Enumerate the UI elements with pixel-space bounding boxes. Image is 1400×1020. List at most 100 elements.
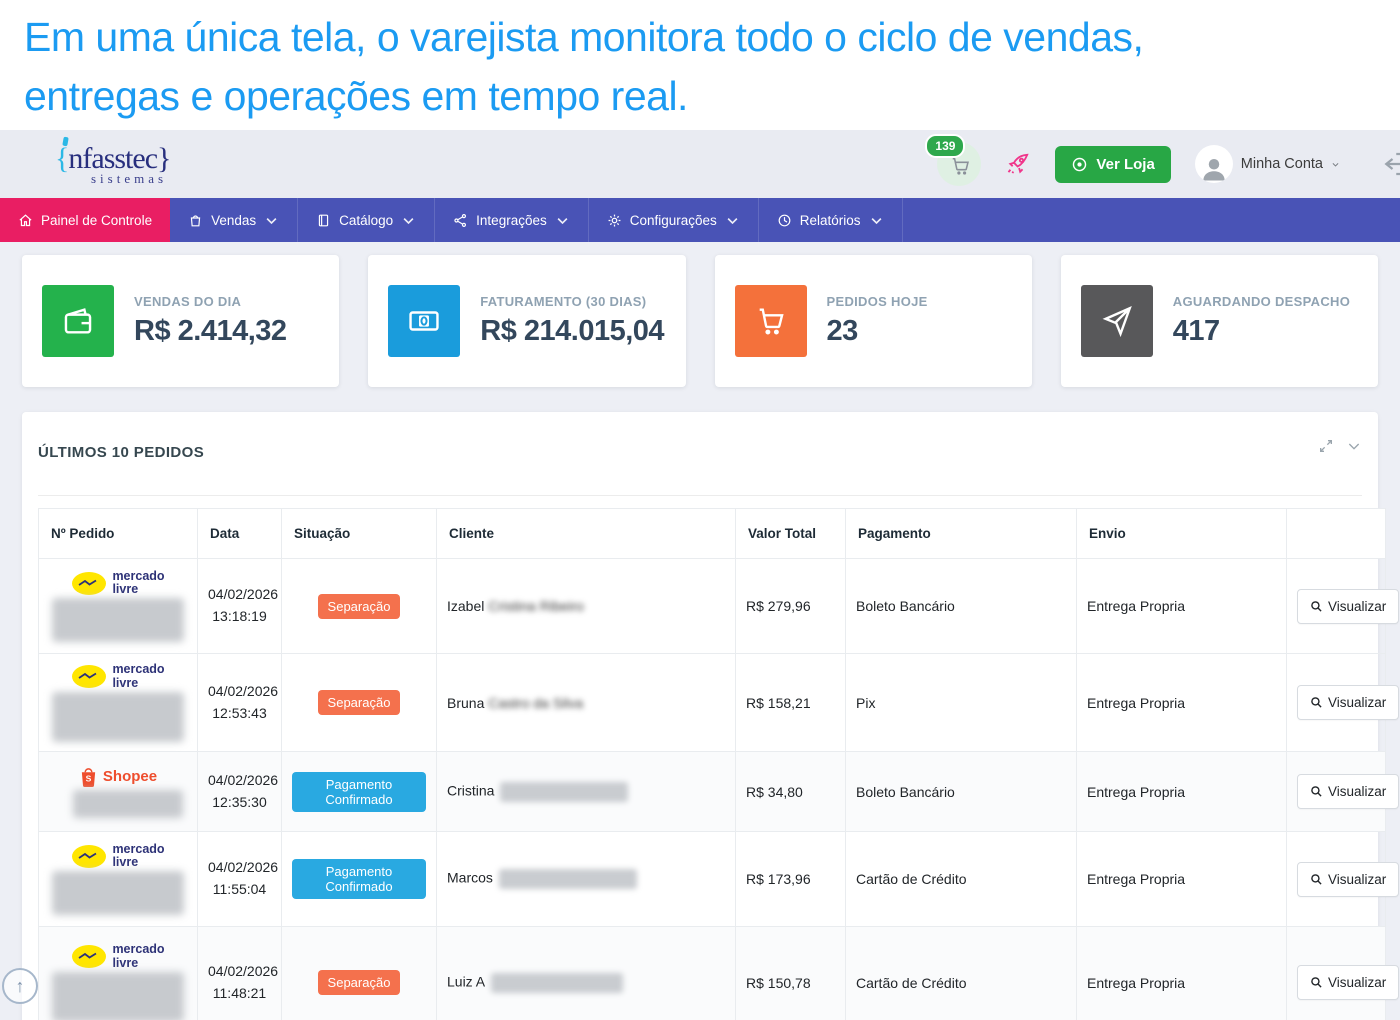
table-row: mercadolivre 04/02/202611:55:04 Pagament… bbox=[39, 832, 1386, 927]
reports-icon bbox=[777, 213, 792, 228]
redacted-client-name bbox=[499, 869, 637, 889]
logo-name: nfasstec bbox=[68, 142, 157, 175]
order-client: Izabel Cristina Ribeiro bbox=[437, 559, 736, 654]
status-badge: Separação bbox=[318, 594, 401, 619]
order-total: R$ 150,78 bbox=[736, 927, 846, 1020]
stat-label: AGUARDANDO DESPACHO bbox=[1173, 294, 1350, 309]
collapse-chevron-icon[interactable] bbox=[1346, 438, 1362, 454]
cart-icon bbox=[735, 285, 807, 357]
sales-bag-icon bbox=[188, 213, 203, 228]
orders-table: Nº Pedido Data Situação Cliente Valor To… bbox=[38, 508, 1386, 1020]
chevron-down-icon bbox=[401, 213, 416, 228]
order-payment: Cartão de Crédito bbox=[846, 927, 1077, 1020]
orders-panel: ÚLTIMOS 10 PEDIDOS Nº Pedido Data Situaç… bbox=[22, 412, 1378, 1020]
order-total: R$ 158,21 bbox=[736, 654, 846, 752]
stat-value: R$ 214.015,04 bbox=[480, 315, 664, 348]
visualizar-button[interactable]: Visualizar bbox=[1297, 774, 1399, 809]
chevron-down-icon bbox=[555, 213, 570, 228]
logout-icon[interactable] bbox=[1380, 149, 1400, 179]
integrations-icon bbox=[453, 213, 468, 228]
chevron-down-icon bbox=[869, 213, 884, 228]
stat-card-faturamento: FATURAMENTO (30 DIAS) R$ 214.015,04 bbox=[368, 255, 685, 387]
table-row: mercadolivre 04/02/202611:48:21 Separaçã… bbox=[39, 927, 1386, 1020]
order-client: Cristina bbox=[437, 752, 736, 832]
search-icon bbox=[1310, 696, 1323, 709]
order-date: 04/02/202612:53:43 bbox=[198, 654, 282, 752]
nav-item-vendas[interactable]: Vendas bbox=[170, 198, 298, 242]
order-payment: Cartão de Crédito bbox=[846, 832, 1077, 927]
order-shipping: Entrega Propria bbox=[1077, 559, 1287, 654]
settings-icon bbox=[607, 213, 622, 228]
ver-loja-button[interactable]: Ver Loja bbox=[1055, 146, 1170, 183]
svg-text:S: S bbox=[86, 774, 92, 784]
col-header-valor-total: Valor Total bbox=[736, 509, 846, 559]
order-client: Bruna Castro da Silva bbox=[437, 654, 736, 752]
headline-banner: Em uma única tela, o varejista monitora … bbox=[0, 0, 1400, 130]
visualizar-button[interactable]: Visualizar bbox=[1297, 685, 1399, 720]
rocket-icon[interactable] bbox=[1005, 151, 1031, 177]
chevron-down-icon bbox=[725, 213, 740, 228]
home-icon bbox=[18, 213, 33, 228]
visualizar-button[interactable]: Visualizar bbox=[1297, 862, 1399, 897]
eye-icon bbox=[1071, 156, 1088, 173]
redacted-order-number bbox=[52, 598, 184, 642]
nav-item-relatorios[interactable]: Relatórios bbox=[759, 198, 903, 242]
nav-item-integracoes[interactable]: Integrações bbox=[435, 198, 589, 242]
col-header-actions bbox=[1287, 509, 1386, 559]
nav-item-catalogo[interactable]: Catálogo bbox=[298, 198, 435, 242]
col-header-pedido: Nº Pedido bbox=[39, 509, 198, 559]
redacted-client-name bbox=[500, 782, 628, 802]
panel-divider bbox=[38, 495, 1362, 496]
order-shipping: Entrega Propria bbox=[1077, 654, 1287, 752]
logo-brace-left: { bbox=[55, 142, 68, 175]
redacted-order-number bbox=[52, 871, 184, 915]
account-label: Minha Conta bbox=[1241, 156, 1323, 172]
order-total: R$ 173,96 bbox=[736, 832, 846, 927]
mercadolivre-logo: mercadolivre bbox=[49, 570, 187, 596]
app-header: {nfasstec} sistemas 139 Ver Loja bbox=[0, 130, 1400, 198]
search-icon bbox=[1310, 976, 1323, 989]
scroll-to-top-button[interactable]: ↑ bbox=[2, 968, 38, 1004]
cart-count-badge: 139 bbox=[925, 134, 965, 158]
table-header-row: Nº Pedido Data Situação Cliente Valor To… bbox=[39, 509, 1386, 559]
status-badge: Separação bbox=[318, 690, 401, 715]
order-payment: Pix bbox=[846, 654, 1077, 752]
visualizar-button[interactable]: Visualizar bbox=[1297, 965, 1399, 1000]
arrow-up-icon: ↑ bbox=[16, 976, 25, 997]
shopee-logo: S Shopee bbox=[49, 765, 187, 788]
stat-card-aguardando-despacho: AGUARDANDO DESPACHO 417 bbox=[1061, 255, 1378, 387]
mercadolivre-logo: mercadolivre bbox=[49, 843, 187, 869]
redacted-client-name: Cristina Ribeiro bbox=[488, 598, 584, 614]
redacted-client-name: Castro da Silva bbox=[488, 695, 583, 711]
order-total: R$ 34,80 bbox=[736, 752, 846, 832]
app-logo[interactable]: {nfasstec} sistemas bbox=[55, 144, 170, 185]
stat-card-pedidos-hoje: PEDIDOS HOJE 23 bbox=[715, 255, 1032, 387]
stat-value: 417 bbox=[1173, 315, 1350, 348]
avatar bbox=[1195, 145, 1233, 183]
nav-item-painel-de-controle[interactable]: Painel de Controle bbox=[0, 198, 170, 242]
chevron-down-icon bbox=[264, 213, 279, 228]
order-total: R$ 279,96 bbox=[736, 559, 846, 654]
wallet-icon bbox=[42, 285, 114, 357]
mercadolivre-logo: mercadolivre bbox=[49, 663, 187, 689]
stat-label: FATURAMENTO (30 DIAS) bbox=[480, 294, 664, 309]
table-row: mercadolivre 04/02/202612:53:43 Separaçã… bbox=[39, 654, 1386, 752]
search-icon bbox=[1310, 785, 1323, 798]
account-menu[interactable]: Minha Conta bbox=[1195, 145, 1340, 183]
col-header-cliente: Cliente bbox=[437, 509, 736, 559]
redacted-client-name bbox=[491, 973, 623, 993]
chevron-down-icon bbox=[1331, 160, 1340, 169]
header-cart-button[interactable]: 139 bbox=[937, 142, 981, 186]
visualizar-button[interactable]: Visualizar bbox=[1297, 589, 1399, 624]
plane-icon bbox=[1081, 285, 1153, 357]
redacted-order-number bbox=[73, 790, 183, 818]
table-row: S Shopee 04/02/202612:35:30 Pagamento Co… bbox=[39, 752, 1386, 832]
stat-value: 23 bbox=[827, 315, 928, 348]
main-nav: Painel de Controle Vendas Catálogo Integ… bbox=[0, 198, 1400, 242]
catalog-icon bbox=[316, 213, 331, 228]
nav-item-configuracoes[interactable]: Configurações bbox=[589, 198, 759, 242]
stat-label: PEDIDOS HOJE bbox=[827, 294, 928, 309]
order-date: 04/02/202613:18:19 bbox=[198, 559, 282, 654]
banknote-icon bbox=[388, 285, 460, 357]
expand-icon[interactable] bbox=[1318, 438, 1334, 454]
